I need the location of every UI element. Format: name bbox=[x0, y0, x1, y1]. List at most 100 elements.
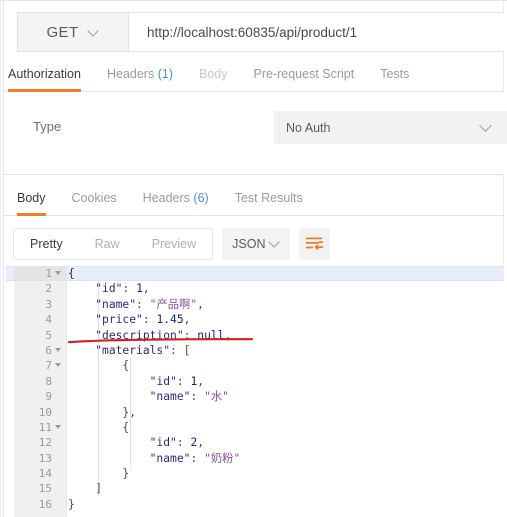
code-line: 1{ bbox=[6, 266, 504, 281]
line-number: 7 bbox=[45, 359, 52, 373]
tab-authorization-label: Authorization bbox=[8, 67, 81, 81]
line-number: 13 bbox=[38, 451, 52, 465]
code-text: { bbox=[68, 267, 75, 280]
code-line: 14 } bbox=[6, 466, 504, 481]
tab-body-response[interactable]: Body bbox=[17, 186, 46, 216]
auth-type-value: No Auth bbox=[286, 120, 331, 135]
view-mode-raw-label: Raw bbox=[94, 237, 120, 251]
tab-tests[interactable]: Tests bbox=[380, 62, 409, 90]
view-mode-raw[interactable]: Raw bbox=[79, 229, 136, 259]
view-mode-group: Pretty Raw Preview bbox=[13, 228, 214, 260]
window-edge-outer bbox=[0, 0, 1, 517]
line-number: 14 bbox=[38, 467, 52, 481]
tab-body-request[interactable]: Body bbox=[199, 62, 228, 90]
line-number: 10 bbox=[38, 405, 52, 419]
code-text: } bbox=[122, 467, 130, 481]
language-select-value: JSON bbox=[232, 237, 266, 251]
code-line: 6 "materials": [ bbox=[6, 343, 504, 358]
auth-type-select[interactable]: No Auth bbox=[274, 111, 507, 144]
code-line: 8 "id": 1, bbox=[6, 374, 504, 389]
line-number: 6 bbox=[45, 343, 52, 357]
response-body-viewer[interactable]: 1{2 "id": 1, 3 "name": "产品啊", 4 "price": 1… bbox=[6, 266, 504, 517]
tab-cookies-label: Cookies bbox=[71, 191, 117, 205]
code-text: "name": "水" bbox=[149, 390, 229, 404]
code-line: 5 "description": null, bbox=[6, 328, 504, 343]
tab-pre-request-script-label: Pre-request Script bbox=[253, 67, 355, 81]
tab-body-response-label: Body bbox=[17, 191, 46, 205]
tab-headers-response[interactable]: Headers (6) bbox=[143, 186, 209, 214]
code-text: "id": 1, bbox=[149, 374, 205, 388]
code-line: 7 { bbox=[6, 358, 504, 373]
line-number: 9 bbox=[45, 390, 52, 404]
code-text: ] bbox=[95, 482, 103, 496]
code-line: 9 "name": "水" bbox=[6, 389, 504, 404]
fold-triangle-icon[interactable] bbox=[55, 271, 61, 275]
tab-tests-label: Tests bbox=[380, 67, 410, 81]
tab-pre-request-script[interactable]: Pre-request Script bbox=[253, 62, 354, 90]
tab-headers-request-count: (1) bbox=[157, 67, 173, 81]
code-text: "price": 1.45, bbox=[95, 313, 191, 327]
request-url-text: http://localhost:60835/api/product/1 bbox=[147, 24, 358, 40]
code-line: 3 "name": "产品啊", bbox=[6, 297, 504, 312]
line-number: 11 bbox=[38, 420, 52, 434]
window-edge-top bbox=[0, 0, 507, 1]
request-tabs: Authorization Headers (1) Body Pre-reque… bbox=[4, 62, 504, 92]
tab-headers-request[interactable]: Headers (1) bbox=[107, 62, 173, 90]
postman-response-window: GET http://localhost:60835/api/product/1… bbox=[0, 0, 507, 517]
tab-test-results-label: Test Results bbox=[234, 191, 303, 205]
response-tabs: Body Cookies Headers (6) Test Results bbox=[4, 186, 504, 216]
code-text: } bbox=[68, 497, 75, 511]
code-line: 12 "id": 2, bbox=[6, 435, 504, 450]
fold-triangle-icon[interactable] bbox=[55, 347, 61, 352]
auth-type-label: Type bbox=[33, 119, 62, 134]
code-line: 2 "id": 1, bbox=[6, 281, 504, 296]
code-text: "description": null, bbox=[95, 328, 232, 342]
view-mode-preview-label: Preview bbox=[151, 237, 197, 251]
line-number: 12 bbox=[38, 436, 52, 450]
authorization-panel: Type No Auth bbox=[4, 92, 507, 175]
tab-test-results[interactable]: Test Results bbox=[235, 186, 303, 214]
line-number: 1 bbox=[45, 267, 52, 280]
fold-triangle-icon[interactable] bbox=[55, 363, 61, 368]
code-line: 10 }, bbox=[6, 405, 504, 420]
code-line: 16} bbox=[6, 497, 504, 512]
code-line: 13 "name": "奶粉" bbox=[6, 451, 504, 466]
code-text: "id": 1, bbox=[95, 282, 150, 296]
line-number: 2 bbox=[45, 282, 52, 296]
tab-headers-response-count: (6) bbox=[193, 191, 209, 205]
line-number: 8 bbox=[45, 374, 52, 388]
line-number: 3 bbox=[45, 297, 52, 311]
view-mode-pretty-label: Pretty bbox=[30, 237, 63, 251]
request-url-input[interactable]: http://localhost:60835/api/product/1 bbox=[129, 13, 504, 51]
text-wrap-icon bbox=[306, 237, 324, 251]
code-text: }, bbox=[122, 405, 137, 419]
code-text: "materials": [ bbox=[95, 343, 191, 357]
chevron-down-icon bbox=[481, 121, 492, 132]
code-text: "name": "奶粉" bbox=[149, 451, 241, 465]
request-url-bar: GET http://localhost:60835/api/product/1 bbox=[17, 12, 504, 52]
text-wrap-button[interactable] bbox=[299, 228, 331, 260]
code-text: { bbox=[122, 420, 130, 434]
view-mode-pretty[interactable]: Pretty bbox=[14, 229, 79, 259]
code-line: 15 ] bbox=[6, 481, 504, 496]
tab-body-request-label: Body bbox=[198, 67, 228, 81]
http-method-label: GET bbox=[46, 23, 79, 41]
language-select[interactable]: JSON bbox=[222, 228, 291, 260]
chevron-down-icon bbox=[89, 27, 100, 38]
fold-triangle-icon[interactable] bbox=[55, 424, 61, 429]
tab-headers-response-label: Headers bbox=[142, 191, 190, 205]
code-line: 11 { bbox=[6, 420, 504, 435]
tab-cookies[interactable]: Cookies bbox=[72, 186, 117, 214]
chevron-down-icon bbox=[270, 238, 281, 249]
code-lines: 1{2 "id": 1, 3 "name": "产品啊", 4 "price": 1… bbox=[6, 266, 504, 512]
response-format-toolbar: Pretty Raw Preview JSON bbox=[13, 228, 331, 260]
view-mode-preview[interactable]: Preview bbox=[136, 229, 212, 259]
code-line: 4 "price": 1.45, bbox=[6, 312, 504, 327]
tab-authorization[interactable]: Authorization bbox=[8, 62, 81, 92]
http-method-select[interactable]: GET bbox=[18, 13, 129, 51]
tab-headers-request-label: Headers bbox=[106, 67, 155, 81]
line-number: 16 bbox=[38, 497, 52, 511]
line-number: 15 bbox=[38, 482, 52, 496]
code-text: "name": "产品啊", bbox=[95, 297, 204, 311]
line-number: 4 bbox=[45, 313, 52, 327]
